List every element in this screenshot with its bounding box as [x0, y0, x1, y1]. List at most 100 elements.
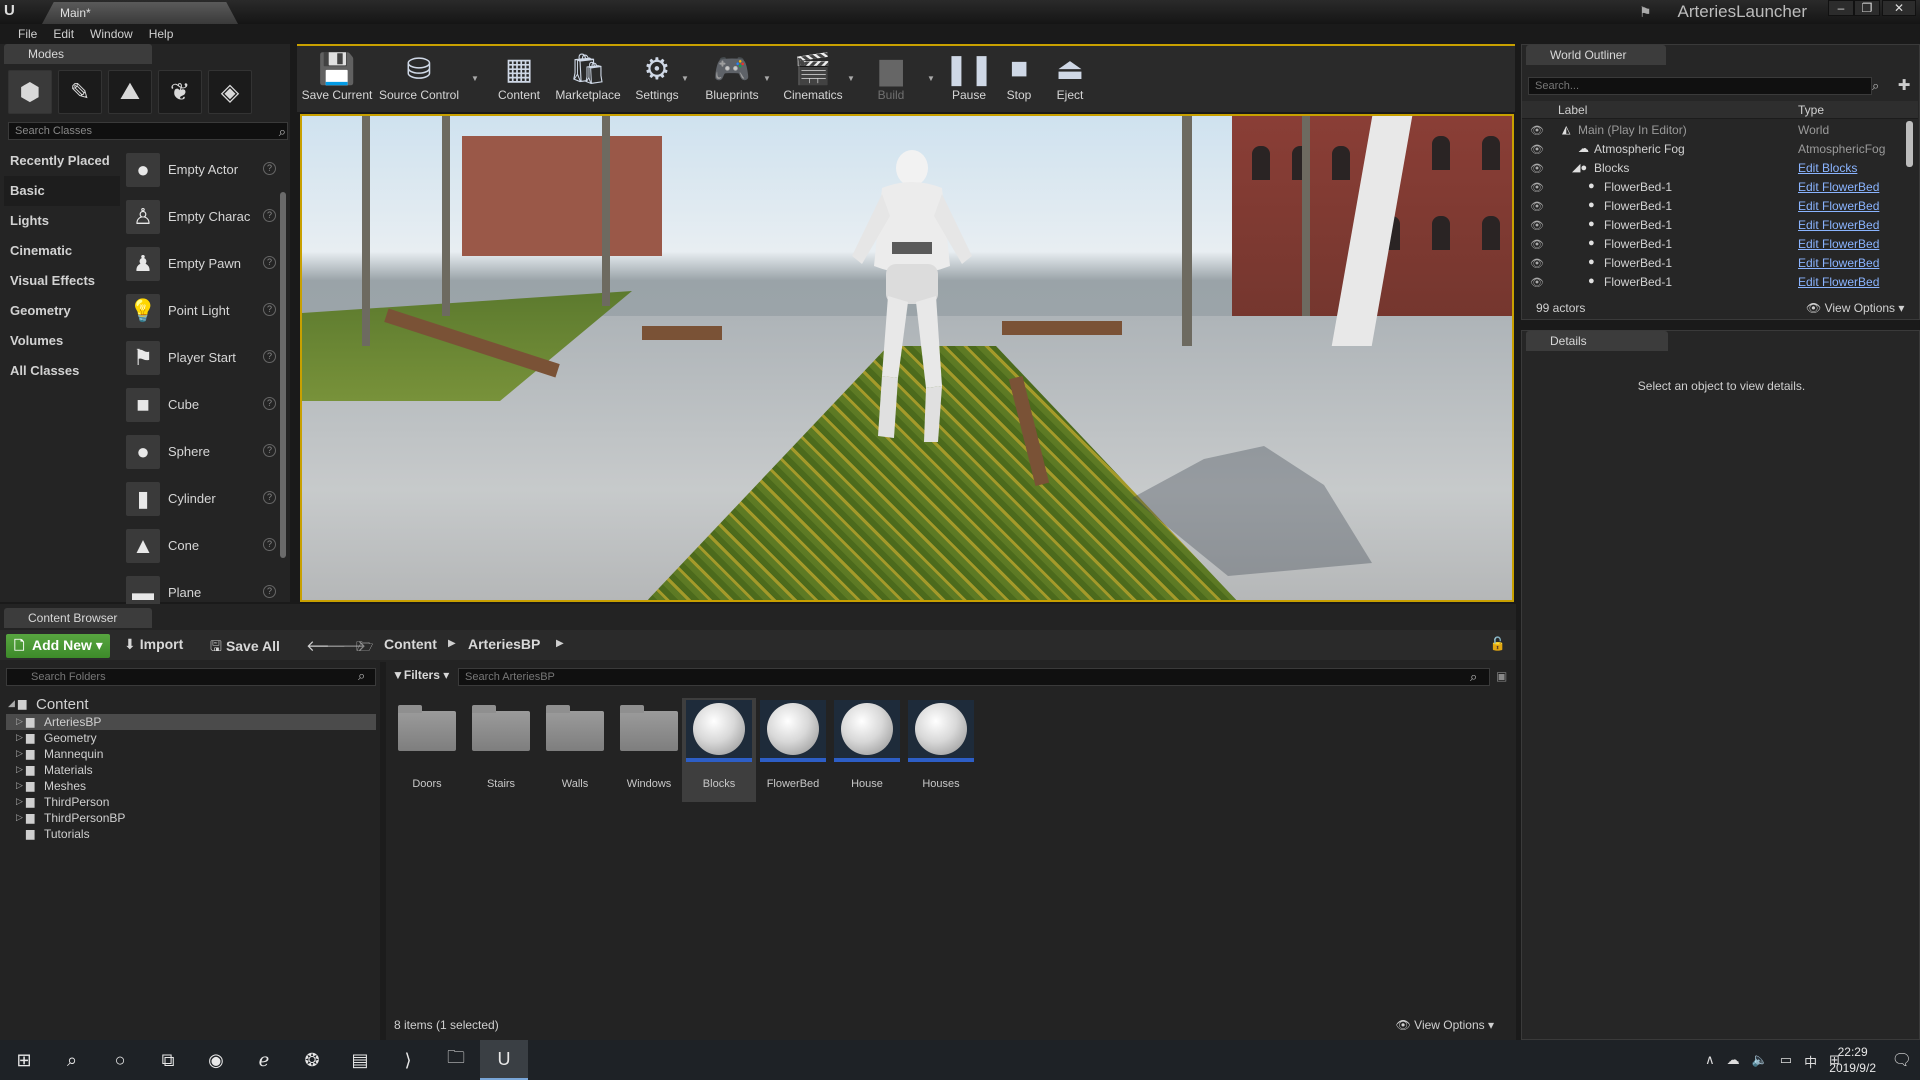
menu-file[interactable]: File: [10, 24, 45, 44]
category-geometry[interactable]: Geometry: [4, 296, 120, 326]
outliner-row[interactable]: 👁 ● FlowerBed-1 Edit FlowerBed: [1522, 216, 1906, 235]
add-folder-icon[interactable]: ✚: [1894, 76, 1914, 96]
eye-icon[interactable]: 👁: [1530, 162, 1544, 175]
collapsed-arrow-icon[interactable]: ▷: [16, 812, 23, 823]
modes-scrollbar[interactable]: [280, 192, 286, 558]
close-button[interactable]: ✕: [1882, 0, 1916, 16]
place-item-empty-actor[interactable]: ● Empty Actor ?: [126, 146, 278, 193]
chevron-down-icon[interactable]: ▼: [471, 74, 479, 83]
tree-item-thirdpersonbp[interactable]: ▷ ▆ ThirdPersonBP: [6, 810, 376, 826]
search-icon[interactable]: ⌕: [1470, 669, 1477, 685]
tree-item-arteriesbp[interactable]: ▷ ▆ ArteriesBP: [6, 714, 376, 730]
tree-item-thirdperson[interactable]: ▷ ▆ ThirdPerson: [6, 794, 376, 810]
notification-icon[interactable]: 🗨: [1892, 1050, 1912, 1070]
help-icon[interactable]: ?: [263, 256, 276, 269]
foliage-mode-icon[interactable]: ❦: [158, 70, 202, 114]
eye-icon[interactable]: 👁: [1530, 181, 1544, 194]
outliner-row[interactable]: 👁 ● FlowerBed-1 Edit FlowerBed: [1522, 197, 1906, 216]
breadcrumb-separator-icon[interactable]: ▶: [556, 638, 564, 649]
battery-icon[interactable]: ▭: [1780, 1052, 1792, 1071]
chevron-down-icon[interactable]: ▼: [681, 74, 689, 83]
tree-item-geometry[interactable]: ▷ ▆ Geometry: [6, 730, 376, 746]
edit-flowerbed-link[interactable]: Edit FlowerBed: [1798, 218, 1879, 232]
tree-root-content[interactable]: ◢ ▆ Content: [6, 694, 376, 714]
category-basic[interactable]: Basic: [4, 176, 120, 206]
source-control-button[interactable]: ⛁ Source Control: [377, 50, 461, 103]
chevron-down-icon[interactable]: ▼: [847, 74, 855, 83]
place-item-cone[interactable]: ▲ Cone ?: [126, 522, 278, 569]
eye-icon[interactable]: 👁: [1530, 238, 1544, 251]
edit-flowerbed-link[interactable]: Edit FlowerBed: [1798, 199, 1879, 213]
outliner-search-input[interactable]: Search...: [1528, 77, 1872, 95]
document-tab[interactable]: Main*: [42, 2, 238, 24]
category-recently-placed[interactable]: Recently Placed: [4, 146, 120, 176]
search-icon[interactable]: ⌕: [279, 124, 286, 140]
help-icon[interactable]: ?: [263, 444, 276, 457]
asset-folder-windows[interactable]: Windows: [612, 698, 686, 802]
paint-mode-icon[interactable]: ✎: [58, 70, 102, 114]
help-icon[interactable]: ?: [263, 209, 276, 222]
modes-tab[interactable]: Modes: [4, 44, 152, 64]
folder-icon[interactable]: 🗁: [356, 636, 373, 660]
breadcrumb-separator-icon[interactable]: ▶: [448, 638, 456, 649]
filters-button[interactable]: ▼Filters ▾: [392, 668, 449, 686]
help-icon[interactable]: ?: [263, 538, 276, 551]
add-new-button[interactable]: 🗋 Add New ▾: [6, 634, 110, 658]
place-item-cylinder[interactable]: ▮ Cylinder ?: [126, 475, 278, 522]
help-icon[interactable]: ?: [263, 303, 276, 316]
place-item-sphere[interactable]: ● Sphere ?: [126, 428, 278, 475]
volume-icon[interactable]: 🔈: [1752, 1052, 1768, 1071]
search-icon[interactable]: ⌕: [48, 1040, 96, 1080]
content-button[interactable]: ▦ Content: [489, 50, 549, 103]
outliner-scrollbar[interactable]: [1906, 121, 1913, 167]
edit-flowerbed-link[interactable]: Edit FlowerBed: [1798, 237, 1879, 251]
flag-icon[interactable]: ⚑: [1639, 4, 1657, 20]
chevron-down-icon[interactable]: ▼: [927, 74, 935, 83]
help-icon[interactable]: ?: [263, 162, 276, 175]
place-item-point-light[interactable]: 💡 Point Light ?: [126, 287, 278, 334]
place-item-cube[interactable]: ■ Cube ?: [126, 381, 278, 428]
help-icon[interactable]: ?: [263, 397, 276, 410]
eye-icon[interactable]: 👁: [1530, 200, 1544, 213]
search-classes-input[interactable]: Search Classes: [8, 122, 288, 140]
help-icon[interactable]: ?: [263, 491, 276, 504]
edit-flowerbed-link[interactable]: Edit FlowerBed: [1798, 275, 1879, 289]
menu-edit[interactable]: Edit: [45, 24, 82, 44]
unreal-engine-icon[interactable]: U: [480, 1040, 528, 1080]
place-item-player-start[interactable]: ⚑ Player Start ?: [126, 334, 278, 381]
content-view-options-button[interactable]: 👁 View Options ▾: [1396, 1018, 1494, 1032]
app-green-icon[interactable]: ❂: [288, 1040, 336, 1080]
asset-blueprint-house[interactable]: House: [830, 698, 904, 802]
settings-button[interactable]: ⚙ Settings: [629, 50, 685, 103]
menu-window[interactable]: Window: [82, 24, 141, 44]
world-outliner-tab[interactable]: World Outliner: [1526, 45, 1666, 65]
eye-icon[interactable]: 👁: [1530, 276, 1544, 289]
vscode-icon[interactable]: ⟩: [384, 1040, 432, 1080]
search-icon[interactable]: ⌕: [1872, 78, 1879, 94]
eject-button[interactable]: ⏏ Eject: [1047, 50, 1093, 103]
search-icon[interactable]: ⌕: [358, 668, 365, 684]
expanded-arrow-icon[interactable]: ◢: [8, 698, 15, 709]
category-volumes[interactable]: Volumes: [4, 326, 120, 356]
breadcrumb-arteriesbp[interactable]: ArteriesBP: [468, 636, 540, 652]
tree-item-mannequin[interactable]: ▷ ▆ Mannequin: [6, 746, 376, 762]
collapsed-arrow-icon[interactable]: ▷: [16, 716, 23, 727]
level-viewport[interactable]: [300, 114, 1514, 602]
folder-search-input[interactable]: Search Folders: [6, 668, 376, 686]
edge-icon[interactable]: ℯ: [240, 1040, 288, 1080]
minimize-button[interactable]: –: [1828, 0, 1854, 16]
save-current-button[interactable]: 💾 Save Current: [301, 50, 373, 103]
edit-blocks-link[interactable]: Edit Blocks: [1798, 161, 1857, 175]
menu-help[interactable]: Help: [141, 24, 182, 44]
outliner-row[interactable]: 👁 ◢● Blocks Edit Blocks: [1522, 159, 1906, 178]
column-label[interactable]: Label: [1558, 103, 1587, 117]
outliner-row[interactable]: 👁 ● FlowerBed-1 Edit FlowerBed: [1522, 273, 1906, 292]
outliner-row[interactable]: 👁 ◭ Main (Play In Editor) World: [1522, 121, 1906, 140]
geometry-mode-icon[interactable]: ◈: [208, 70, 252, 114]
asset-folder-stairs[interactable]: Stairs: [464, 698, 538, 802]
chrome-icon[interactable]: ◉: [192, 1040, 240, 1080]
eye-icon[interactable]: 👁: [1530, 124, 1544, 137]
place-mode-icon[interactable]: ⬢: [8, 70, 52, 114]
chevron-up-icon[interactable]: ∧: [1705, 1052, 1715, 1071]
maximize-button[interactable]: ❐: [1854, 0, 1880, 16]
